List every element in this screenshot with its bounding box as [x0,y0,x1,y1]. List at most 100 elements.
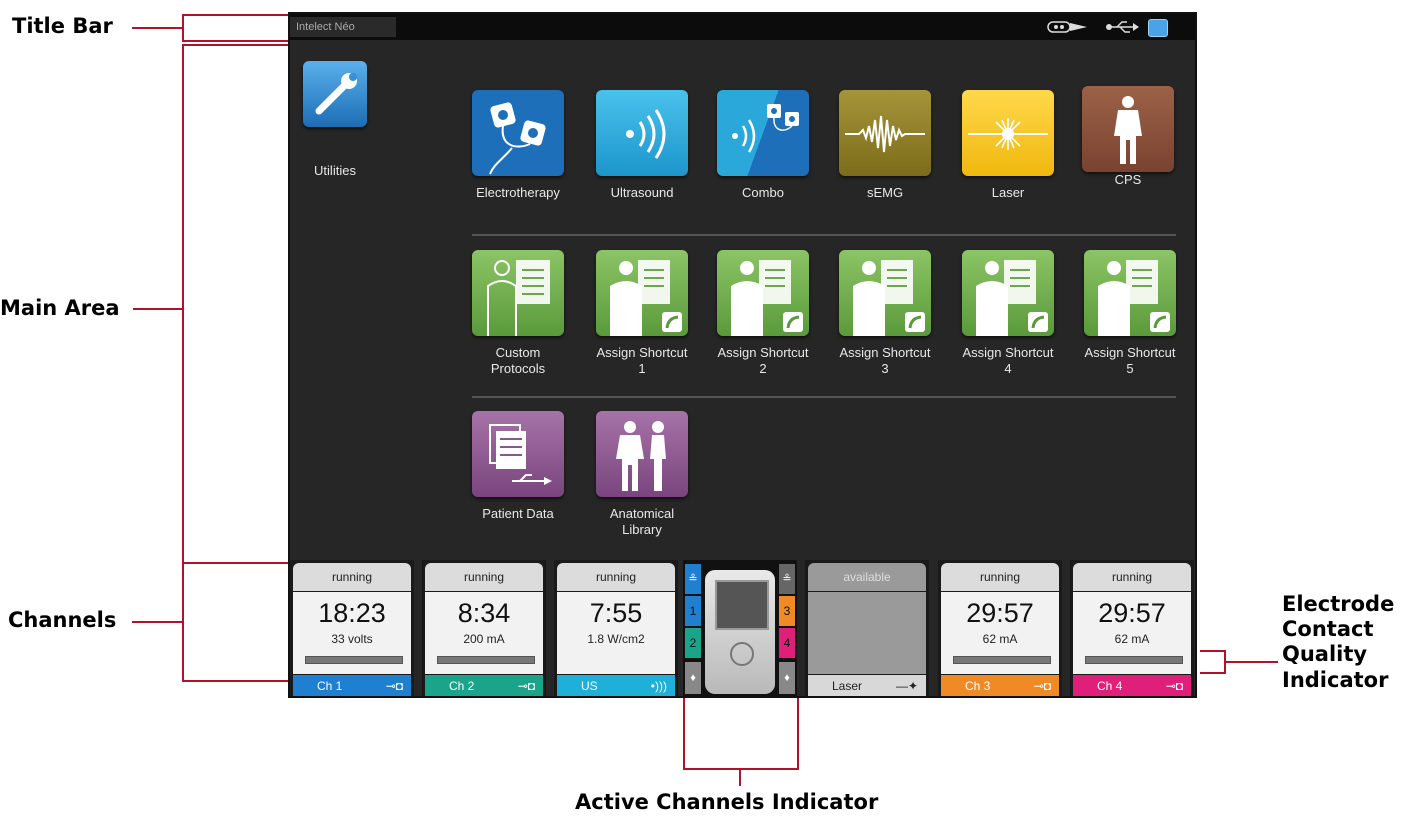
channel-name: Ch 2 [449,679,475,693]
laser-probe-icon: —✦ [895,679,918,693]
active-channel-3: 3 [779,596,795,626]
cps-label: CPS [1114,172,1142,187]
wrench-icon [315,73,357,115]
channel-value: 1.8 W/cm2 [587,632,645,646]
channel-status: running [293,563,411,591]
ultrasound-button[interactable] [596,90,688,176]
ultrasound-waves-icon [626,109,666,159]
assign-shortcut-5-label: Assign Shortcut 5 [1084,345,1176,376]
active-channel-4: 4 [779,628,795,658]
assign-shortcut-3-label: Assign Shortcut 3 [839,345,931,376]
home-icon[interactable] [1148,19,1168,37]
channel-3-panel[interactable]: running 29:57 62 mA Ch 3 ⊸◘ [938,560,1062,696]
active-channels-indicator: ≗ 1 2 ♦ ≗ 3 4 ♦ [683,560,797,696]
channel-time: 18:23 [318,598,386,628]
utilities-label: Utilities [314,163,356,178]
electrodes-icon [489,102,546,175]
channel-status: running [557,563,675,591]
laser-icon [968,118,1048,150]
channel-value: 62 mA [1114,632,1150,646]
assign-shortcut-3-button[interactable] [839,250,931,336]
anatomical-library-label: Anatomical Library [609,506,675,537]
assign-shortcut-2-label: Assign Shortcut 2 [717,345,809,376]
assign-shortcut-4-label: Assign Shortcut 4 [962,345,1054,376]
channel-slot-right-top: ≗ [779,564,795,594]
channel-status: running [1073,563,1191,591]
patient-data-button[interactable] [472,411,564,497]
annotation-electrode-quality: Electrode Contact Quality Indicator [1282,592,1395,692]
combo-icon [732,104,799,153]
ultrasound-head-icon: •))) [650,679,667,693]
laser-label: Laser [991,185,1025,200]
laser-channel-panel[interactable]: available Laser —✦ [805,560,929,696]
semg-button[interactable] [839,90,931,176]
protocol-document-icon [487,260,550,336]
active-channel-1: 1 [685,596,701,626]
electrode-plug-icon: ⊸◘ [385,679,403,693]
custom-protocols-button[interactable] [472,250,564,336]
combo-button[interactable] [717,90,809,176]
electrode-plug-icon: ⊸◘ [1165,679,1183,693]
assign-shortcut-5-button[interactable] [1084,250,1176,336]
utilities-button[interactable] [303,61,367,127]
cable-icon: ♦ [685,662,701,694]
electrode-plug-icon: ⊸◘ [1033,679,1051,693]
channel-value: 200 mA [463,632,505,646]
contact-quality-bar [1085,656,1183,664]
channel-2-panel[interactable]: running 8:34 200 mA Ch 2 ⊸◘ [422,560,546,696]
contact-quality-bar [305,656,403,664]
channel-status: running [941,563,1059,591]
channel-time: 8:34 [457,598,511,628]
shortcut-icon [731,260,803,336]
channel-time: 7:55 [589,598,643,628]
contact-quality-bar [953,656,1051,664]
electrode-plug-icon: ⊸◘ [517,679,535,693]
annotation-active-channels: Active Channels Indicator [575,790,879,814]
channel-value: 33 volts [331,632,373,646]
applicator-icon [1047,21,1087,33]
channel-status: running [425,563,543,591]
usb-icon [1106,21,1139,33]
annotation-main-area: Main Area [0,296,120,320]
channel-status: available [808,563,926,591]
laser-button[interactable] [962,90,1054,176]
cps-button[interactable] [1082,86,1174,172]
divider [472,234,1176,236]
channel-1-panel[interactable]: running 18:23 33 volts Ch 1 ⊸◘ [290,560,414,696]
shortcut-icon [1098,260,1170,336]
ultrasound-channel-panel[interactable]: running 7:55 1.8 W/cm2 US •))) [554,560,678,696]
body-figure-icon [1114,96,1142,164]
anatomical-library-button[interactable] [596,411,688,497]
channel-time: 29:57 [1098,598,1166,628]
assign-shortcut-1-button[interactable] [596,250,688,336]
device-image [705,570,775,694]
anatomy-figures-icon [616,421,666,491]
device-screen: Intelect Néo Utilities Electrotherapy Ul… [288,12,1197,698]
channel-time: 29:57 [966,598,1034,628]
channel-4-panel[interactable]: running 29:57 62 mA Ch 4 ⊸◘ [1070,560,1194,696]
app-title: Intelect Néo [290,17,396,37]
custom-protocols-label: Custom Protocols [490,345,546,376]
channel-name: Laser [832,679,863,693]
ultrasound-label: Ultrasound [610,185,674,200]
electrotherapy-button[interactable] [472,90,564,176]
cable-icon: ♦ [779,662,795,694]
shortcut-icon [976,260,1048,336]
shortcut-icon [853,260,925,336]
assign-shortcut-4-button[interactable] [962,250,1054,336]
assign-shortcut-2-button[interactable] [717,250,809,336]
patient-data-label: Patient Data [482,506,554,521]
patient-data-icon [489,424,552,485]
shortcut-icon [610,260,682,336]
channel-name: Ch 1 [317,679,343,693]
channel-value: 62 mA [982,632,1018,646]
channel-name: US [581,679,598,693]
combo-label: Combo [742,185,784,200]
assign-shortcut-1-label: Assign Shortcut 1 [596,345,688,376]
channel-slot-left-top: ≗ [685,564,701,594]
semg-label: sEMG [866,185,904,200]
channel-name: Ch 4 [1097,679,1123,693]
contact-quality-bar [437,656,535,664]
annotation-title-bar: Title Bar [12,14,113,38]
active-channel-2: 2 [685,628,701,658]
